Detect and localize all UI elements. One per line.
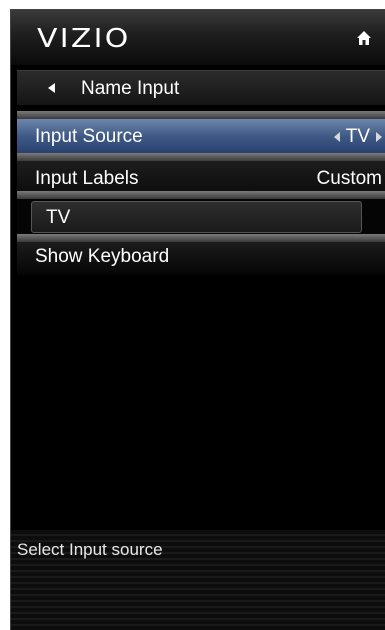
header-bar: VIZIO: [11, 10, 385, 65]
divider: [17, 191, 385, 199]
show-keyboard-label: Show Keyboard: [35, 246, 170, 267]
divider: [17, 153, 385, 161]
tv-menu-panel: VIZIO Name Input Input Source TV Input L…: [10, 9, 385, 630]
back-arrow-icon[interactable]: [48, 83, 55, 93]
input-source-selector[interactable]: TV: [333, 126, 382, 148]
help-bar: Select Input source: [11, 530, 385, 630]
input-source-label: Input Source: [35, 126, 143, 147]
breadcrumb[interactable]: Name Input: [17, 70, 385, 105]
name-input-field[interactable]: TV: [31, 201, 362, 233]
page-title: Name Input: [81, 78, 180, 99]
name-field-row: TV: [17, 199, 385, 234]
home-icon[interactable]: [356, 30, 372, 46]
right-arrow-icon[interactable]: [376, 132, 382, 142]
input-source-value: TV: [345, 126, 370, 147]
input-labels-value: Custom: [316, 168, 382, 189]
input-labels-label: Input Labels: [35, 168, 139, 189]
help-text: Select Input source: [17, 540, 163, 559]
divider: [17, 111, 385, 119]
name-input-value: TV: [46, 207, 71, 228]
input-labels-row[interactable]: Input Labels Custom: [17, 161, 385, 195]
input-source-row[interactable]: Input Source TV: [17, 119, 385, 153]
divider: [17, 234, 385, 242]
left-arrow-icon[interactable]: [333, 132, 340, 142]
vizio-logo: VIZIO: [37, 24, 131, 54]
show-keyboard-row[interactable]: Show Keyboard: [17, 242, 385, 275]
